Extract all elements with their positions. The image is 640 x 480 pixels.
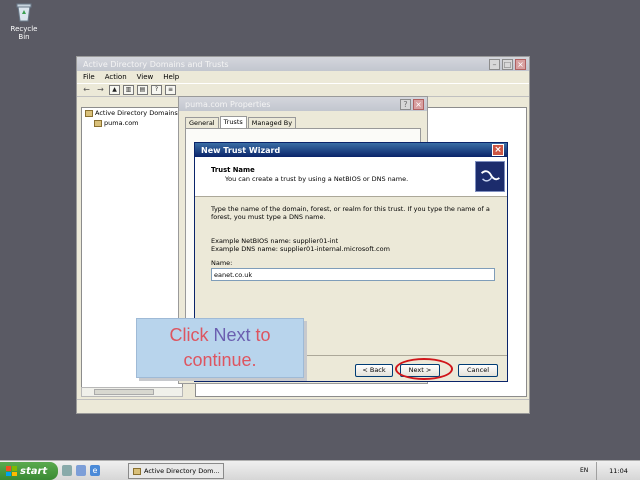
system-tray: 11:04 [596,462,640,480]
trust-wizard-icon [475,161,505,192]
show-desktop-icon[interactable] [62,465,72,476]
explorer-icon[interactable] [76,465,86,476]
list-icon[interactable]: ≡ [165,85,176,95]
props-window-titlebar[interactable]: puma.com Properties ? × [179,97,427,111]
wizard-close-button[interactable]: × [492,144,504,156]
callout-text-c: to [250,325,271,345]
taskbar-item-ad-domains[interactable]: Active Directory Dom... [128,463,224,479]
show-tree-icon[interactable]: ▥ [123,85,134,95]
example-netbios: Example NetBIOS name: supplier01-int [211,237,339,245]
tab-general[interactable]: General [185,117,219,128]
props-window-title: puma.com Properties [185,99,271,109]
next-button-highlight [395,358,453,380]
maximize-button[interactable]: □ [502,58,513,70]
windows-flag-icon [6,466,17,476]
up-folder-icon[interactable]: ▲ [109,85,120,95]
minimize-button[interactable]: – [489,58,500,70]
props-close-button[interactable]: × [413,98,424,110]
trust-name-input[interactable]: eanet.co.uk [211,268,495,281]
toolbar: ← → ▲ ▥ ▤ ? ≡ [77,83,529,97]
recycle-bin[interactable]: Recycle Bin [4,2,44,41]
tree-root-label: Active Directory Domains an [95,109,182,117]
clock[interactable]: 11:04 [609,467,628,475]
taskbar-item-label: Active Directory Dom... [144,467,220,475]
internet-explorer-icon[interactable]: e [90,465,100,476]
domains-trusts-icon [133,467,141,475]
language-indicator[interactable]: EN [580,467,588,474]
menu-action[interactable]: Action [105,73,127,81]
wizard-header-subtitle: You can create a trust by using a NetBIO… [225,175,409,183]
taskbar: start e Active Directory Dom... EN 11:04 [0,460,640,480]
example-dns: Example DNS name: supplier01-internal.mi… [211,245,390,253]
tab-trusts[interactable]: Trusts [219,116,247,128]
status-bar [77,399,529,413]
close-button[interactable]: × [515,58,526,70]
tutorial-callout: Click Next to continue. [136,318,304,378]
menu-file[interactable]: File [83,73,95,81]
wizard-header-title: Trust Name [211,166,255,174]
name-label: Name: [211,259,233,267]
callout-line-2: continue. [183,350,257,370]
menu-bar: File Action View Help [77,71,529,83]
props-help-button[interactable]: ? [400,98,411,110]
start-label: start [20,465,48,477]
tree-root[interactable]: Active Directory Domains an [82,108,182,118]
menu-help[interactable]: Help [163,73,179,81]
help-icon[interactable]: ? [151,85,162,95]
tree-horizontal-scrollbar[interactable] [81,387,183,397]
domains-trusts-icon [85,109,93,117]
wizard-title: New Trust Wizard [201,145,281,155]
tab-managed-by[interactable]: Managed By [247,117,297,128]
wizard-description: Type the name of the domain, forest, or … [211,205,490,221]
callout-line-1: Click Next to [143,323,297,348]
tree-item-puma[interactable]: puma.com [82,118,182,128]
ad-window-title: Active Directory Domains and Trusts [83,59,229,69]
menu-view[interactable]: View [137,73,154,81]
back-arrow-icon[interactable]: ← [81,85,92,95]
callout-highlight-next: Next [213,325,251,345]
recycle-bin-icon [16,3,32,22]
properties-icon[interactable]: ▤ [137,85,148,95]
scrollbar-thumb[interactable] [94,389,154,395]
props-tabs: General Trusts Managed By [185,116,297,128]
domain-icon [94,119,102,127]
cancel-button[interactable]: Cancel [458,364,498,377]
wizard-header: Trust Name You can create a trust by usi… [195,157,507,197]
recycle-bin-label: Recycle Bin [10,25,38,41]
ad-window-titlebar[interactable]: Active Directory Domains and Trusts – □ … [77,57,529,71]
start-button[interactable]: start [0,462,58,480]
callout-text-a: Click [169,325,214,345]
tree-item-puma-label: puma.com [104,119,139,127]
back-button[interactable]: < Back [355,364,393,377]
wizard-titlebar[interactable]: New Trust Wizard × [195,143,507,157]
forward-arrow-icon[interactable]: → [95,85,106,95]
